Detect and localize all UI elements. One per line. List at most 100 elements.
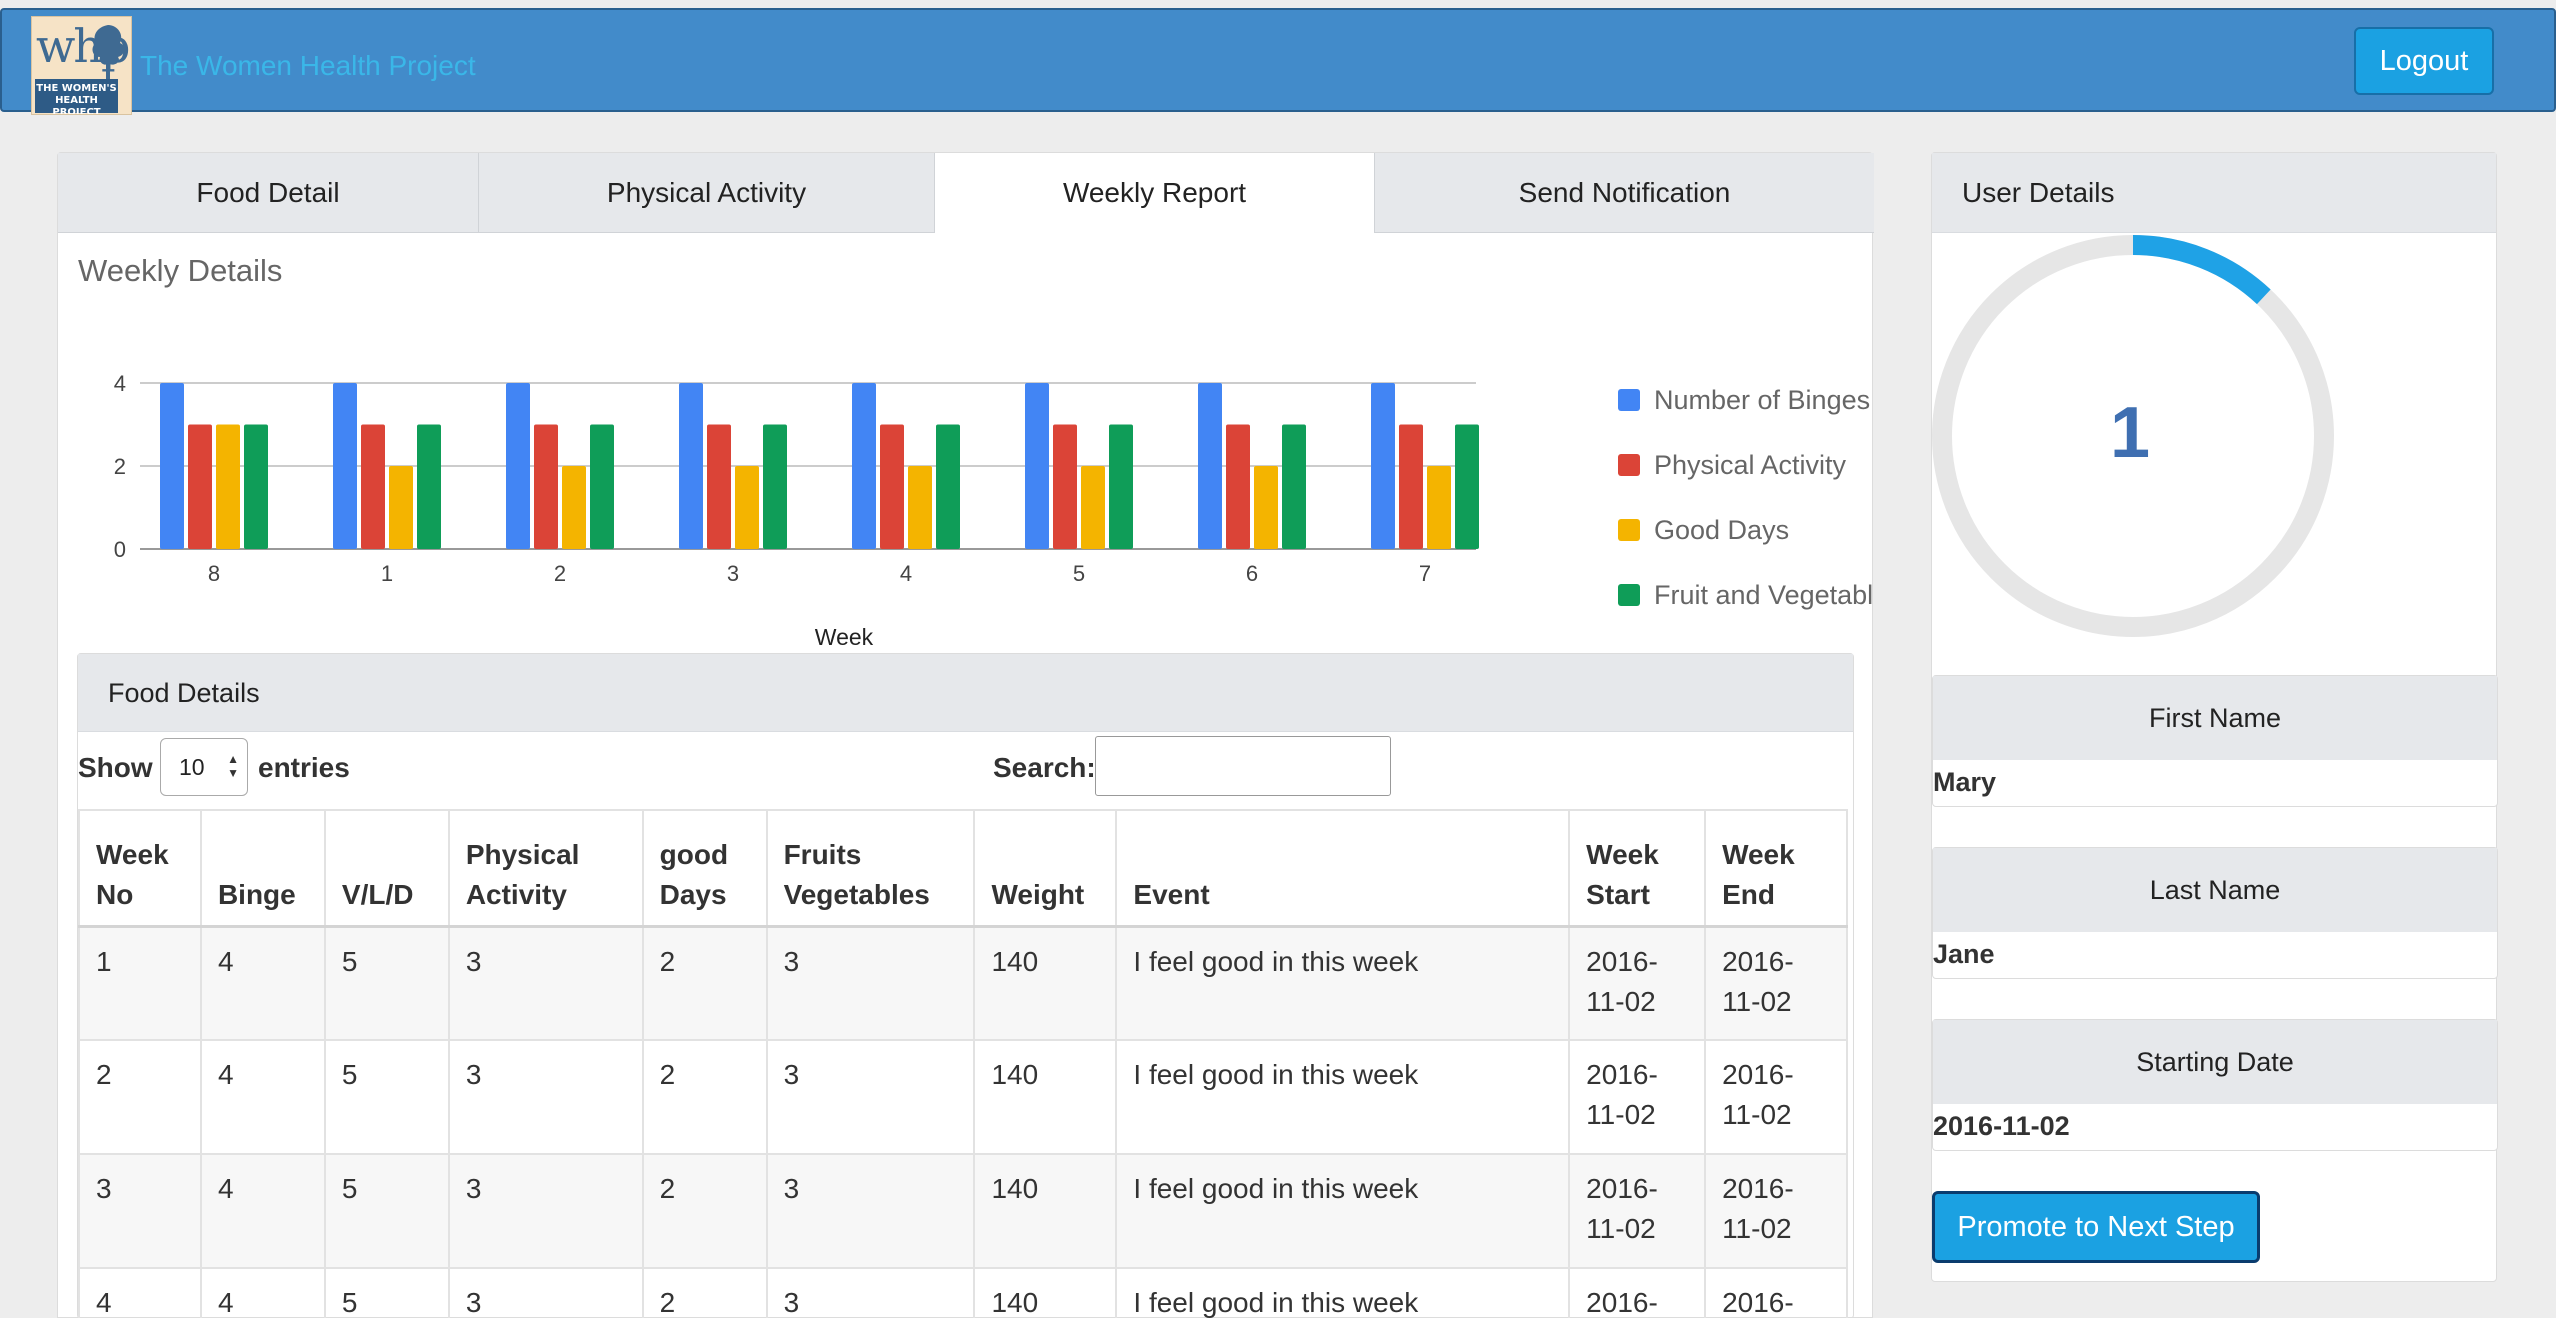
select-arrows-icon: ▲ ▼	[227, 752, 239, 780]
table-cell: 5	[323, 925, 450, 1041]
bar	[679, 383, 703, 549]
x-tick-label: 7	[1419, 561, 1431, 586]
logout-button[interactable]: Logout	[2354, 27, 2494, 95]
y-tick-label: 2	[114, 454, 126, 479]
bar	[160, 383, 184, 549]
last-name-block: Last Name Jane	[1932, 847, 2498, 979]
table-cell: 3	[447, 925, 644, 1041]
table-header-row: Week No Binge V/L/D Physical Activity good D…	[78, 809, 1848, 928]
x-tick-label: 6	[1246, 561, 1258, 586]
bar	[1282, 424, 1306, 549]
table-cell: 2016-11-02	[1704, 1153, 1848, 1269]
table-row[interactable]: 3 4 5 3 2 3 140 I feel good in this week 2016-11…	[78, 1153, 1848, 1269]
tab-food-detail[interactable]: Food Detail	[58, 153, 479, 233]
column-header[interactable]: Week Start	[1568, 809, 1707, 928]
table-cell: 140	[973, 925, 1118, 1041]
entries-label: entries	[258, 752, 350, 783]
x-tick-label: 5	[1073, 561, 1085, 586]
top-navbar: whp THE WOMEN'S HEALTH PROJECT The Women…	[0, 8, 2556, 115]
legend-swatch	[1618, 519, 1640, 541]
bar	[534, 424, 558, 549]
column-header[interactable]: Week End	[1704, 809, 1848, 928]
table-cell: 2	[641, 925, 768, 1041]
column-header[interactable]: Physical Activity	[447, 809, 644, 928]
legend-swatch	[1618, 389, 1640, 411]
table-cell: 4	[78, 1267, 202, 1318]
bar	[361, 424, 385, 549]
progress-value: 1	[2110, 393, 2150, 473]
table-cell: 140	[973, 1039, 1118, 1155]
promote-next-step-button[interactable]: Promote to Next Step	[1932, 1191, 2260, 1263]
bar	[1399, 424, 1423, 549]
bar	[880, 424, 904, 549]
food-details-table: Week No Binge V/L/D Physical Activity good D…	[78, 809, 1848, 1318]
table-cell: 4	[199, 925, 326, 1041]
column-header[interactable]: Binge	[199, 809, 326, 928]
search-input[interactable]	[1095, 736, 1391, 796]
legend-swatch	[1618, 454, 1640, 476]
bar	[936, 424, 960, 549]
entries-select[interactable]: 10 ▲ ▼	[160, 738, 248, 796]
starting-date-value: 2016-11-02	[1933, 1111, 2070, 1141]
bar	[852, 383, 876, 549]
column-header[interactable]: Week No	[78, 809, 202, 928]
tab-physical-activity[interactable]: Physical Activity	[479, 153, 935, 233]
first-name-value: Mary	[1933, 767, 1997, 797]
column-header[interactable]: V/L/D	[323, 809, 450, 928]
table-cell: 3	[78, 1153, 202, 1269]
x-tick-label: 3	[727, 561, 739, 586]
bar	[562, 466, 586, 549]
bar	[735, 466, 759, 549]
starting-date-block: Starting Date 2016-11-02	[1932, 1019, 2498, 1151]
tab-send-notification[interactable]: Send Notification	[1375, 153, 1874, 233]
bar	[216, 424, 240, 549]
table-cell: 3	[765, 925, 976, 1041]
legend-label: Fruit and Vegetables	[1654, 580, 1874, 610]
legend-label: Physical Activity	[1654, 450, 1847, 480]
table-controls: Show 10 ▲ ▼ entries Search:	[78, 732, 1855, 802]
table-cell: 2	[78, 1039, 202, 1155]
x-tick-label: 1	[381, 561, 393, 586]
bar	[188, 424, 212, 549]
table-cell: 5	[323, 1153, 450, 1269]
food-details-panel: Food Details Show 10 ▲ ▼ entries Search: …	[77, 653, 1854, 1318]
starting-date-label: Starting Date	[1933, 1020, 2497, 1104]
table-cell: 2016-11-02	[1568, 1039, 1707, 1155]
bar	[590, 424, 614, 549]
column-header[interactable]: good Days	[641, 809, 768, 928]
table-cell: 3	[765, 1039, 976, 1155]
x-axis-label: Week	[815, 624, 874, 650]
table-cell: I feel good in this week	[1115, 1153, 1571, 1269]
last-name-value: Jane	[1933, 939, 1995, 969]
table-cell: 5	[323, 1039, 450, 1155]
y-tick-label: 4	[114, 371, 126, 396]
table-cell: 4	[199, 1153, 326, 1269]
column-header[interactable]: Event	[1115, 809, 1571, 928]
table-row[interactable]: 1 4 5 3 2 3 140 I feel good in this week 2016-11…	[78, 925, 1848, 1041]
table-cell: I feel good in this week	[1115, 925, 1571, 1041]
user-details-heading: User Details	[1932, 153, 2496, 233]
bar	[763, 424, 787, 549]
entries-value: 10	[179, 754, 205, 780]
bar	[1109, 424, 1133, 549]
table-cell: 2016-11-02	[1568, 925, 1707, 1041]
table-row[interactable]: 2 4 5 3 2 3 140 I feel good in this week 2016-11…	[78, 1039, 1848, 1155]
brand-title[interactable]: The Women Health Project	[140, 50, 476, 82]
bar	[1455, 424, 1479, 549]
bar	[1427, 466, 1451, 549]
table-row[interactable]: 4 4 5 3 2 3 140 I feel good in this week 2016- 20…	[78, 1267, 1848, 1318]
table-cell: 2016-	[1704, 1267, 1848, 1318]
table-cell: 2	[641, 1039, 768, 1155]
bar	[1198, 383, 1222, 549]
tree-icon	[92, 25, 125, 79]
whp-logo[interactable]: whp THE WOMEN'S HEALTH PROJECT	[31, 16, 132, 115]
table-cell: 2	[641, 1267, 768, 1318]
column-header[interactable]: Fruits Vegetables	[765, 809, 976, 928]
table-cell: 4	[199, 1039, 326, 1155]
bar	[333, 383, 357, 549]
column-header[interactable]: Weight	[973, 809, 1118, 928]
tab-weekly-report[interactable]: Weekly Report	[935, 153, 1375, 233]
x-tick-label: 2	[554, 561, 566, 586]
x-tick-label: 8	[208, 561, 220, 586]
table-cell: 3	[765, 1153, 976, 1269]
